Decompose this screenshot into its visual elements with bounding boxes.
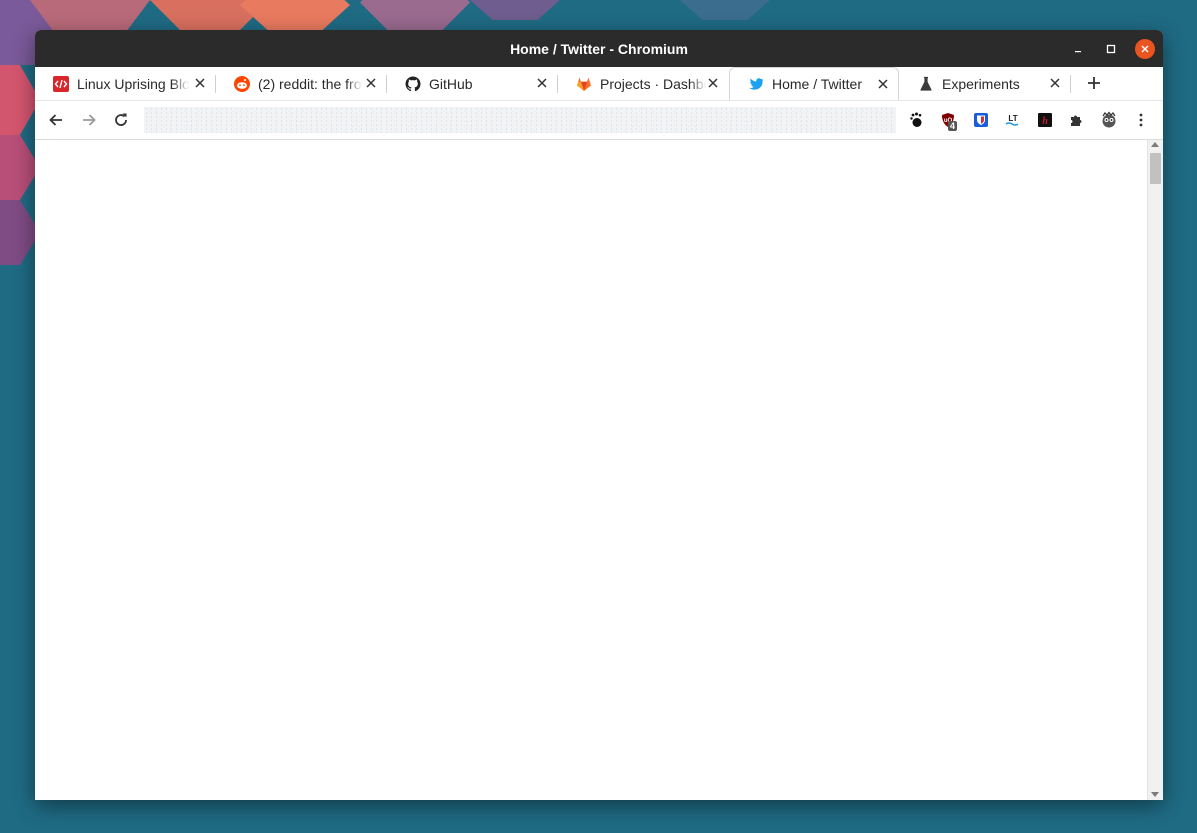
tab-twitter[interactable]: Home / Twitter bbox=[729, 67, 899, 100]
browser-toolbar: uO 4 LT h bbox=[35, 101, 1163, 140]
maximize-icon bbox=[1106, 44, 1116, 54]
forward-button[interactable] bbox=[78, 109, 100, 131]
bitwarden-icon bbox=[974, 113, 988, 127]
reload-icon bbox=[115, 113, 127, 126]
scrollbar-thumb[interactable] bbox=[1150, 153, 1161, 184]
reddit-icon bbox=[234, 75, 250, 92]
tab-label: Home / Twitter bbox=[772, 76, 862, 92]
arrow-right-icon bbox=[83, 114, 96, 126]
minimize-button[interactable] bbox=[1068, 39, 1088, 59]
languagetool-icon: LT bbox=[1005, 114, 1019, 126]
close-tab-icon[interactable] bbox=[876, 77, 890, 91]
github-icon bbox=[405, 76, 421, 92]
close-tab-icon[interactable] bbox=[706, 76, 720, 90]
close-tab-icon[interactable] bbox=[535, 76, 549, 90]
tab-label: (2) reddit: the front page of the intern… bbox=[258, 75, 362, 92]
browser-window: Home / Twitter - Chromium Linux Uprising… bbox=[35, 30, 1163, 800]
close-window-button[interactable] bbox=[1135, 39, 1155, 59]
languagetool-button[interactable]: LT bbox=[1003, 110, 1023, 130]
address-bar[interactable] bbox=[144, 107, 896, 133]
new-tab-button[interactable] bbox=[1083, 72, 1105, 94]
close-tab-icon[interactable] bbox=[364, 76, 378, 90]
tab-label: Projects · Dashboard bbox=[600, 75, 706, 92]
plus-icon bbox=[1088, 77, 1100, 89]
maximize-button[interactable] bbox=[1101, 39, 1121, 59]
window-title: Home / Twitter - Chromium bbox=[510, 41, 688, 57]
extensions-puzzle-icon bbox=[1071, 115, 1082, 126]
tab-label: Experiments bbox=[942, 75, 1020, 92]
reload-button[interactable] bbox=[110, 109, 132, 131]
back-button[interactable] bbox=[45, 109, 67, 131]
gnome-shell-integration-button[interactable] bbox=[906, 110, 926, 130]
minimize-icon bbox=[1075, 51, 1081, 53]
tab-label: Linux Uprising Blog bbox=[77, 75, 189, 92]
page-content[interactable] bbox=[35, 140, 1163, 800]
close-tab-icon[interactable] bbox=[1048, 76, 1062, 90]
tampermonkey-icon bbox=[1102, 111, 1116, 128]
tab-linux-uprising[interactable]: Linux Uprising Blog bbox=[35, 67, 215, 100]
ublock-badge: 4 bbox=[948, 121, 958, 131]
hypothesis-button[interactable]: h bbox=[1035, 110, 1055, 130]
title-bar[interactable]: Home / Twitter - Chromium bbox=[35, 30, 1163, 67]
tab-github[interactable]: GitHub bbox=[387, 67, 557, 100]
svg-text:h: h bbox=[1042, 116, 1048, 127]
tab-experiments[interactable]: Experiments bbox=[900, 67, 1070, 100]
arrow-left-icon bbox=[49, 114, 62, 126]
vertical-scrollbar[interactable] bbox=[1147, 140, 1163, 800]
flask-icon bbox=[918, 76, 934, 92]
tab-strip: Linux Uprising Blog (2) reddit: the fron… bbox=[35, 67, 1163, 101]
scroll-down-arrow-icon[interactable] bbox=[1151, 792, 1159, 797]
svg-text:LT: LT bbox=[1008, 114, 1017, 123]
tab-reddit[interactable]: (2) reddit: the front page of the intern… bbox=[216, 67, 386, 100]
gnome-shell-integration-icon bbox=[910, 112, 922, 127]
bitwarden-button[interactable] bbox=[971, 110, 991, 130]
close-tab-icon[interactable] bbox=[193, 76, 207, 90]
ublock-origin-button[interactable]: uO 4 bbox=[938, 110, 958, 131]
hypothesis-icon: h bbox=[1038, 113, 1052, 127]
tampermonkey-button[interactable] bbox=[1099, 110, 1119, 130]
scroll-up-arrow-icon[interactable] bbox=[1151, 142, 1159, 147]
twitter-icon bbox=[748, 76, 764, 92]
tab-separator bbox=[1070, 75, 1071, 93]
extensions-button[interactable] bbox=[1067, 110, 1087, 130]
tab-gitlab[interactable]: Projects · Dashboard bbox=[558, 67, 728, 100]
gitlab-icon bbox=[576, 76, 592, 92]
close-icon bbox=[1141, 45, 1149, 53]
browser-menu-button[interactable] bbox=[1130, 109, 1152, 131]
tab-label: GitHub bbox=[429, 75, 473, 92]
kebab-menu-icon bbox=[1139, 113, 1143, 127]
code-brackets-icon bbox=[53, 75, 69, 92]
